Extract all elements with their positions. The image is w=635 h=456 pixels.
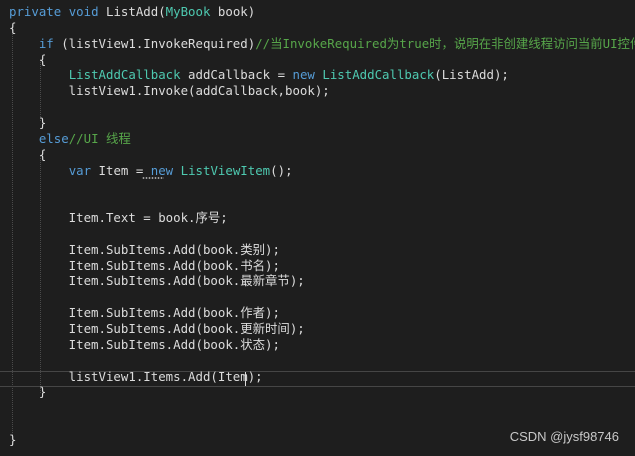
code-editor[interactable]: private void ListAdd(MyBook book){ if (l… [0, 0, 635, 456]
code-line[interactable]: } [9, 384, 46, 400]
code-line[interactable]: listView1.Items.Add(Item); [9, 369, 263, 385]
code-token: new [292, 67, 315, 83]
code-line[interactable]: listView1.Invoke(addCallback,book); [9, 83, 330, 99]
code-token: MyBook [165, 4, 211, 19]
code-token: } [9, 431, 17, 447]
code-token: private [9, 4, 62, 19]
code-token: Item.SubItems.Add(book.最新章节); [9, 273, 305, 289]
code-line[interactable]: ListAddCallback addCallback = new ListAd… [9, 67, 509, 83]
code-token: { [9, 146, 47, 162]
code-token: if [38, 35, 54, 51]
code-line[interactable]: if (listView1.InvokeRequired)//当InvokeRe… [9, 36, 635, 52]
code-token: //当InvokeRequired为true时，说明在非创建线程访问当前UI控件 [255, 35, 635, 51]
watermark: CSDN @jysf98746 [509, 429, 619, 444]
code-token: Item.SubItems.Add(book.书名); [9, 257, 280, 273]
code-token: //UI 线程 [68, 130, 131, 146]
code-line[interactable]: { [9, 147, 46, 163]
code-token: Item.SubItems.Add(book.作者); [9, 305, 280, 321]
code-token: ListAdd( [98, 4, 166, 19]
code-line[interactable]: { [9, 52, 46, 68]
code-token: Item = [91, 162, 151, 178]
code-line[interactable]: { [9, 20, 16, 36]
code-token: Item.SubItems.Add(book.状态); [9, 336, 280, 352]
code-token: else [38, 130, 69, 146]
code-line[interactable]: Item.SubItems.Add(book.状态); [9, 337, 280, 353]
code-token: (listView1.InvokeRequired) [53, 35, 256, 51]
code-token: void [68, 4, 99, 19]
code-line[interactable]: private void ListAdd(MyBook book) [9, 4, 255, 20]
code-line[interactable]: Item.SubItems.Add(book.书名); [9, 258, 280, 274]
code-line[interactable]: } [9, 432, 16, 448]
code-line[interactable]: Item.SubItems.Add(book.作者); [9, 305, 280, 321]
code-token: (ListAdd); [434, 67, 509, 83]
code-token: new [150, 162, 174, 178]
code-token: ListViewItem [180, 162, 271, 178]
code-line[interactable]: Item.SubItems.Add(book.最新章节); [9, 273, 305, 289]
suggestion-squiggle [142, 177, 164, 179]
code-token: { [9, 19, 17, 35]
code-token: book) [210, 4, 256, 19]
code-token: listView1.Items.Add(Item); [9, 368, 263, 384]
code-token: { [9, 51, 47, 67]
code-token: ListAddCallback [68, 67, 181, 83]
code-line[interactable]: Item.Text = book.序号; [9, 210, 228, 226]
code-line[interactable]: Item.SubItems.Add(book.更新时间); [9, 321, 305, 337]
code-line[interactable]: else//UI 线程 [9, 131, 131, 147]
code-token: listView1.Invoke(addCallback,book); [9, 83, 330, 99]
code-token: (); [270, 162, 293, 178]
code-token: Item.SubItems.Add(book.更新时间); [9, 321, 305, 336]
code-line[interactable]: Item.SubItems.Add(book.类别); [9, 242, 280, 258]
code-token: var [68, 162, 92, 178]
text-caret [245, 372, 246, 386]
code-token: Item.SubItems.Add(book.类别); [9, 241, 280, 257]
code-token: Item.Text = book.序号; [9, 210, 228, 226]
code-token: } [9, 384, 47, 400]
code-line[interactable]: } [9, 115, 46, 131]
code-token: } [9, 114, 47, 130]
code-token: addCallback = [180, 67, 293, 83]
code-token: ListAddCallback [322, 67, 435, 83]
